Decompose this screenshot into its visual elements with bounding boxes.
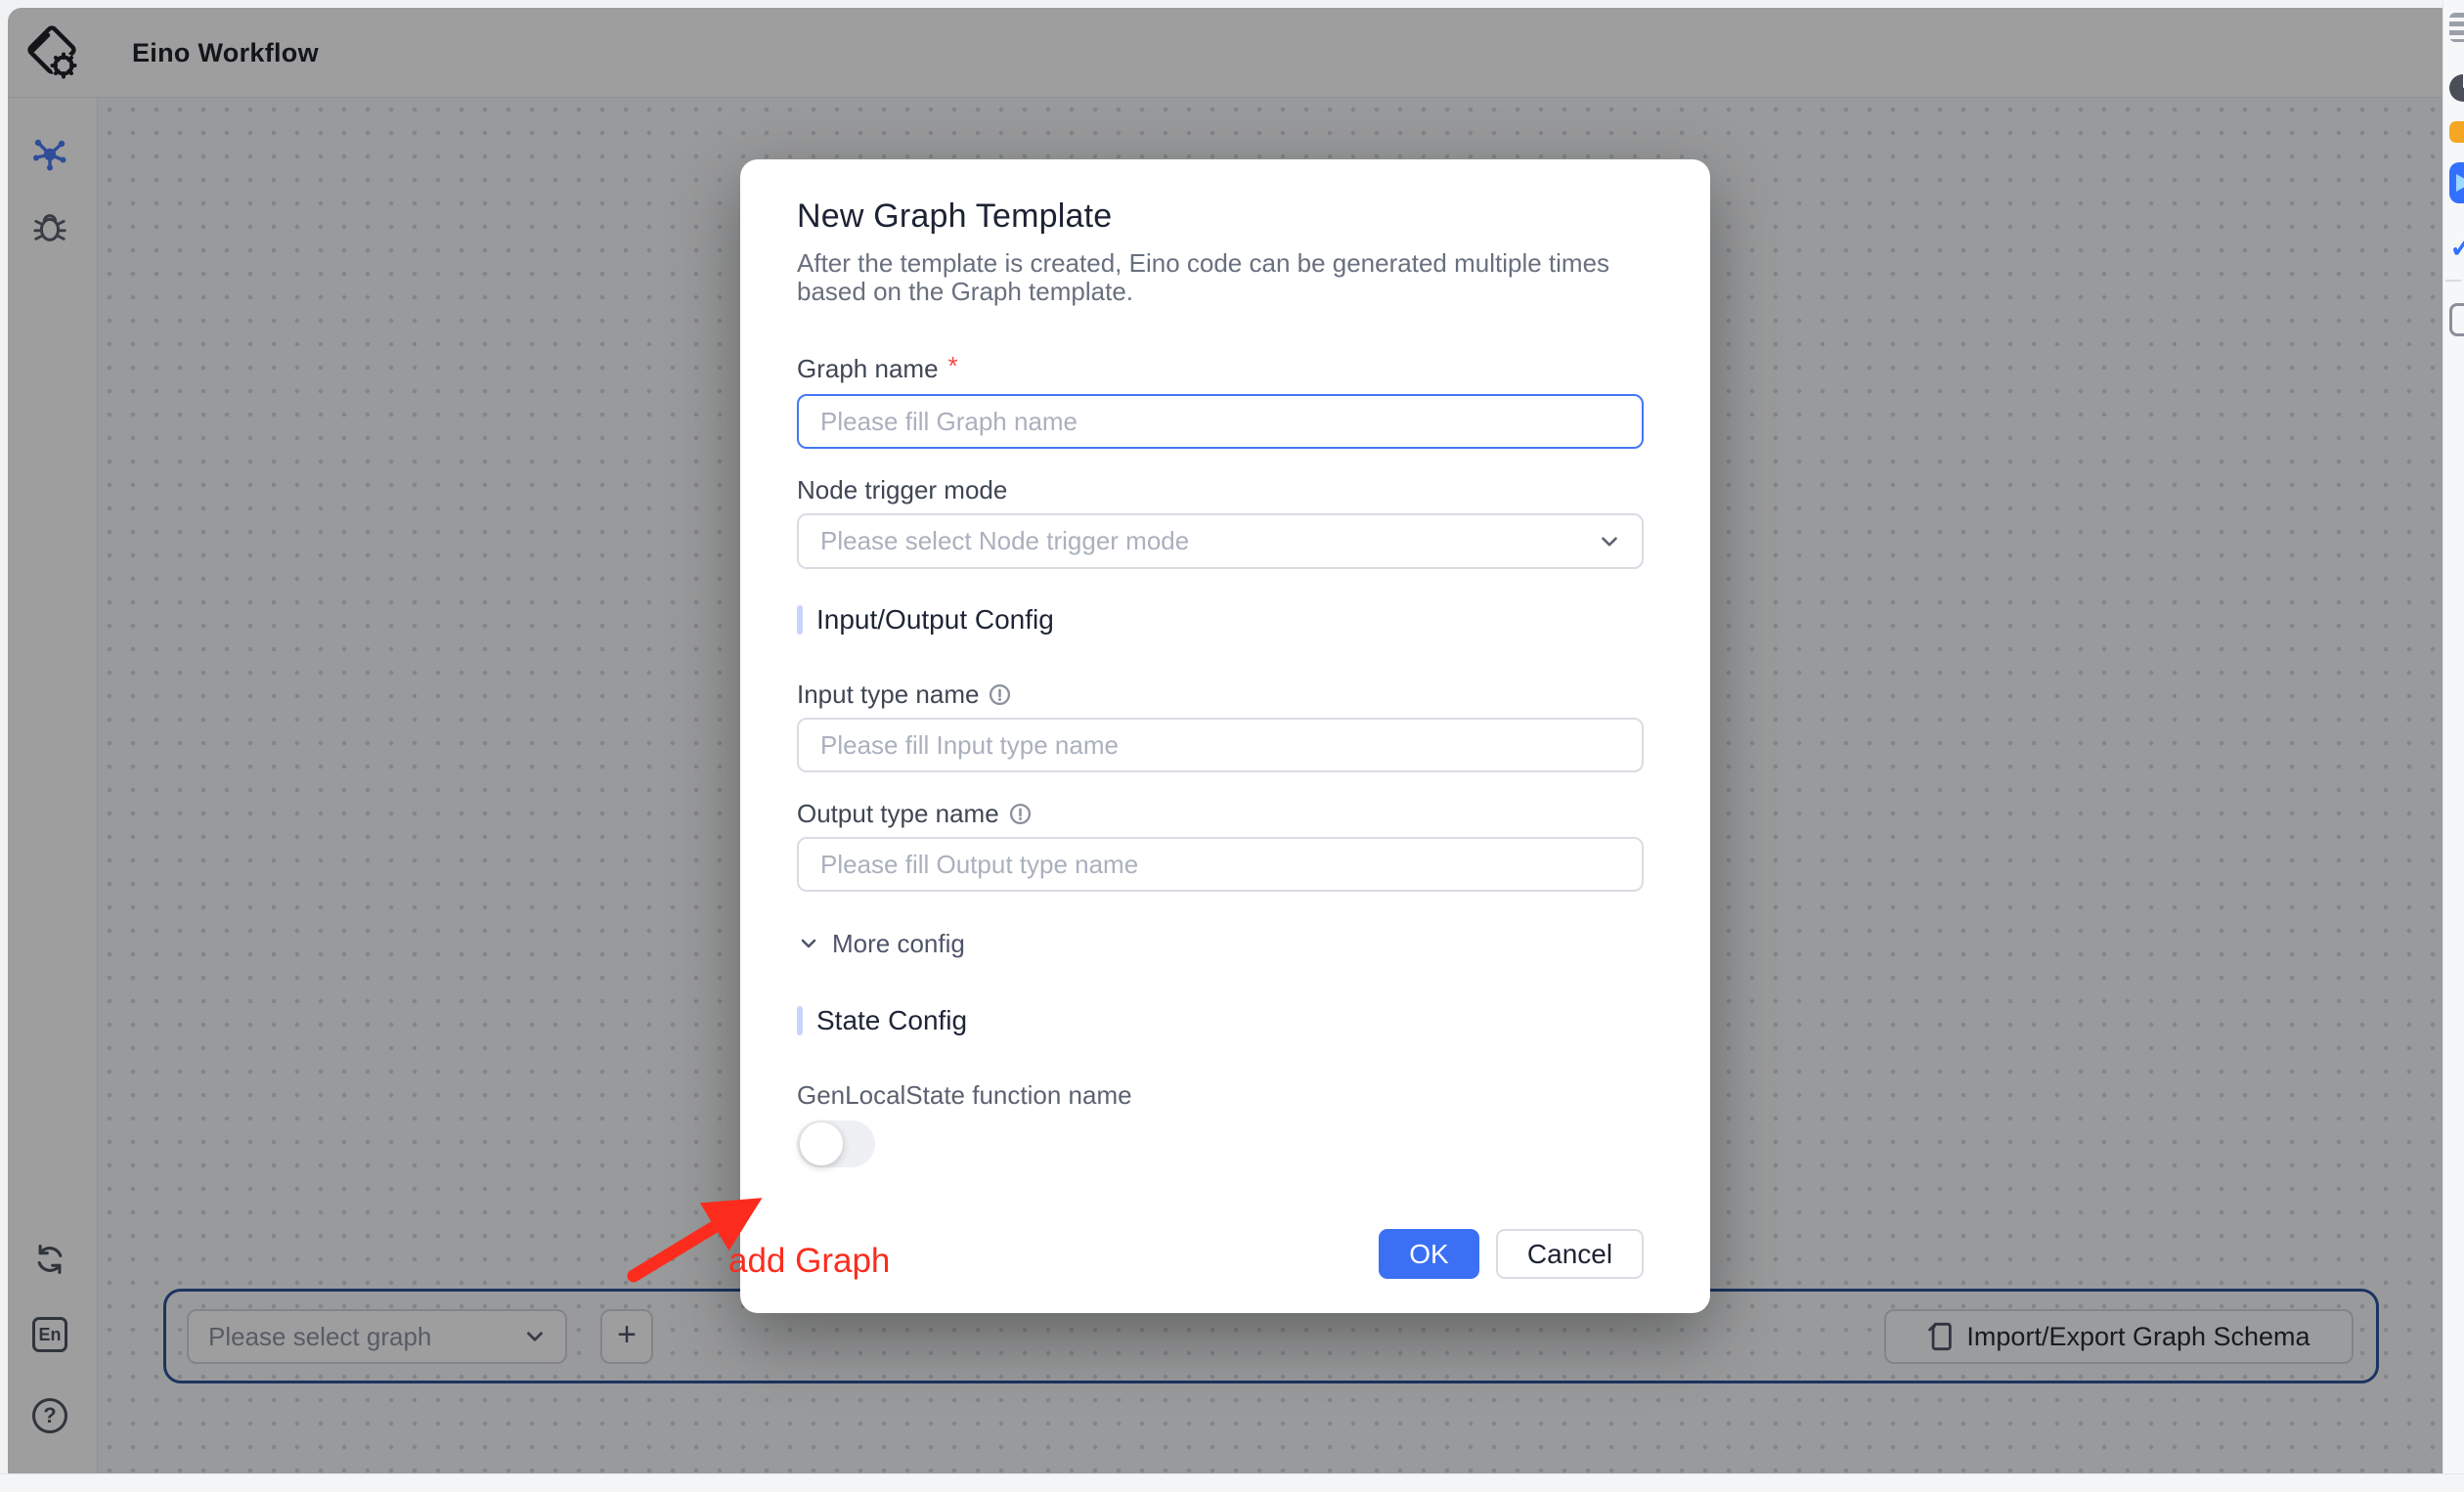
more-config-label: More config	[832, 929, 965, 959]
output-type-name-input[interactable]	[797, 837, 1644, 892]
clipboard-icon[interactable]	[2449, 303, 2464, 336]
state-config-section-header: State Config	[797, 1005, 1644, 1036]
gen-local-state-toggle[interactable]	[797, 1120, 875, 1167]
node-trigger-mode-select[interactable]: Please select Node trigger mode	[797, 513, 1644, 569]
graph-name-label: Graph name	[797, 353, 939, 384]
pie-circle-icon[interactable]	[2449, 74, 2464, 102]
stack-icon[interactable]	[2449, 13, 2464, 42]
chevron-down-icon	[1597, 529, 1622, 554]
state-config-section-title: State Config	[816, 1005, 967, 1036]
toggle-knob	[800, 1122, 843, 1165]
graph-name-label-row: Graph name *	[797, 353, 1644, 384]
modal-description: After the template is created, Eino code…	[797, 249, 1644, 306]
node-trigger-mode-placeholder: Please select Node trigger mode	[820, 526, 1597, 556]
required-asterisk: *	[948, 350, 958, 381]
ok-button[interactable]: OK	[1379, 1229, 1479, 1279]
screenshot-root: Eino Workflow	[0, 0, 2464, 1492]
chevron-down-icon	[797, 932, 820, 955]
gen-local-state-label: GenLocalState function name	[797, 1079, 1644, 1111]
check-icon[interactable]: ✓	[2449, 231, 2464, 265]
io-config-section-title: Input/Output Config	[816, 604, 1054, 636]
info-icon[interactable]	[989, 683, 1011, 706]
cancel-button[interactable]: Cancel	[1496, 1229, 1644, 1279]
modal-footer: OK Cancel	[1379, 1229, 1644, 1279]
input-type-name-input[interactable]	[797, 718, 1644, 772]
blue-app-icon[interactable]	[2449, 162, 2464, 203]
graph-name-input[interactable]	[797, 394, 1644, 449]
input-type-name-label: Input type name	[797, 679, 979, 710]
annotation-arrow	[606, 1168, 812, 1305]
orange-badge-icon[interactable]	[2449, 121, 2464, 143]
more-config-toggle[interactable]: More config	[797, 929, 1644, 958]
annotation-text: add Graph	[728, 1242, 890, 1281]
section-accent-bar	[797, 605, 803, 635]
modal-title: New Graph Template	[797, 195, 1644, 238]
window-bottom-edge	[0, 1473, 2464, 1492]
node-trigger-mode-label: Node trigger mode	[797, 474, 1644, 505]
new-graph-template-modal: New Graph Template After the template is…	[740, 159, 1710, 1313]
section-accent-bar	[797, 1006, 803, 1035]
output-type-name-label: Output type name	[797, 798, 999, 829]
browser-side-panel: ✓	[2442, 0, 2464, 1473]
input-type-name-label-row: Input type name	[797, 679, 1644, 710]
panel-divider	[2445, 280, 2461, 282]
io-config-section-header: Input/Output Config	[797, 604, 1644, 636]
info-icon[interactable]	[1009, 803, 1032, 825]
output-type-name-label-row: Output type name	[797, 798, 1644, 829]
